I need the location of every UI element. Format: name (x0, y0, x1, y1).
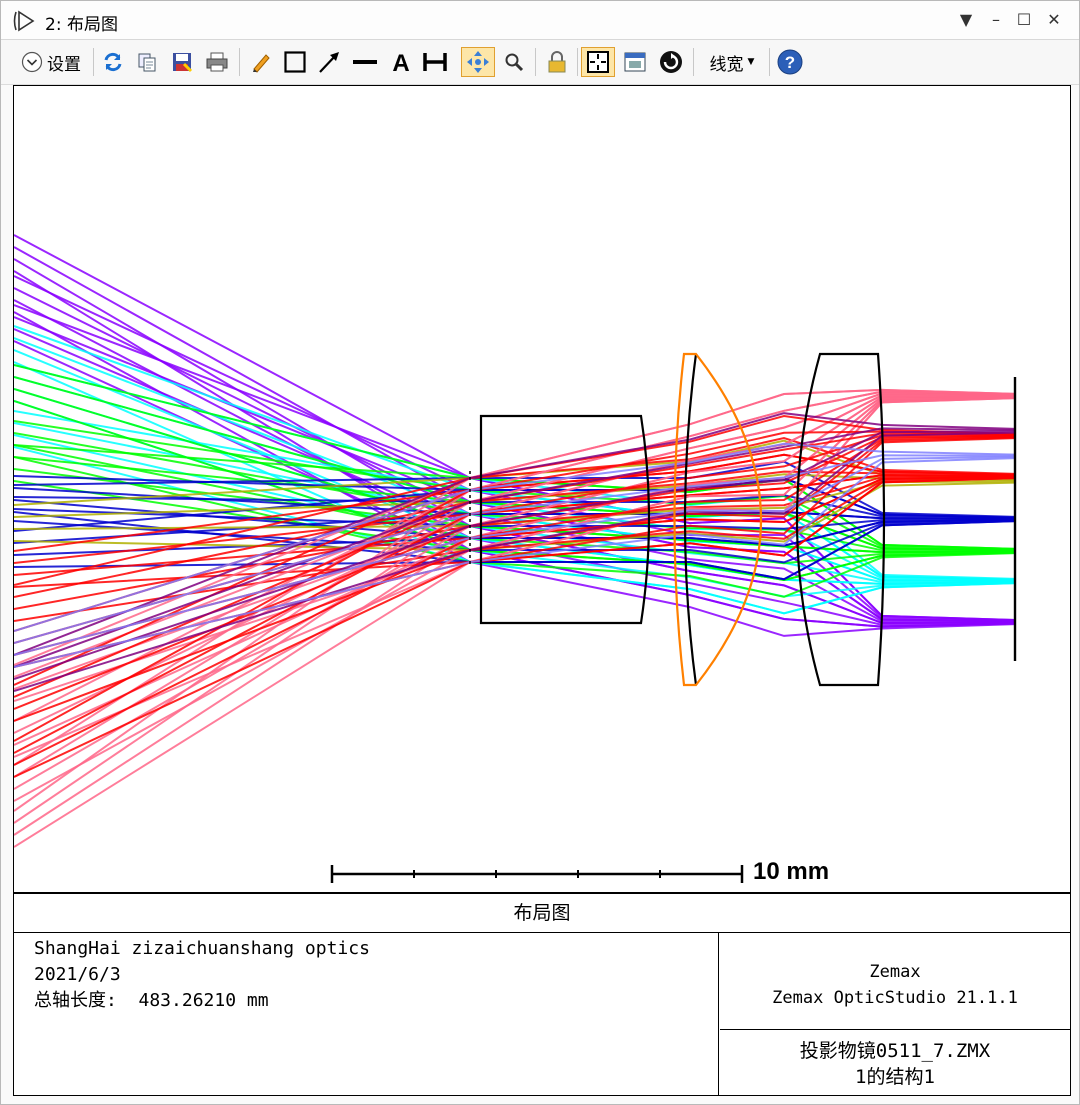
svg-text:A: A (392, 50, 409, 74)
date-text: 2021/6/3 (34, 964, 121, 985)
close-icon[interactable]: ✕ (1041, 8, 1067, 32)
copy-icon[interactable] (133, 47, 161, 77)
rotate-icon[interactable] (657, 47, 685, 77)
settings-button[interactable]: 设置 (13, 47, 89, 77)
help-icon[interactable]: ? (775, 47, 805, 77)
file-name: 投影物镜0511_7.ZMX (799, 1040, 991, 1062)
linewidth-dropdown[interactable]: 线宽 ▼ (701, 47, 763, 77)
scale-bar-label: 10 mm (753, 858, 830, 885)
window-icon[interactable] (621, 47, 649, 77)
info-block: 布局图 ShangHai zizaichuanshang optics 2021… (13, 893, 1071, 1096)
software-panel: Zemax Zemax OpticStudio 21.1.1 (720, 933, 1070, 1030)
maximize-icon[interactable]: ☐ (1011, 8, 1037, 32)
toolbar-separator (577, 48, 578, 76)
line-icon[interactable] (351, 47, 379, 77)
minimize-icon[interactable]: – (983, 8, 1009, 32)
zoom-icon[interactable] (501, 47, 527, 77)
dropdown-icon[interactable]: ▼ (953, 8, 979, 32)
fit-icon[interactable] (581, 47, 615, 77)
ray-trace-diagram (14, 234, 1017, 883)
svg-text:?: ? (785, 53, 795, 72)
plot-title: 布局图 (14, 894, 1070, 933)
toolbar-separator (769, 48, 770, 76)
linewidth-label: 线宽 (709, 54, 744, 75)
window-title: 2: 布局图 (45, 15, 118, 35)
print-icon[interactable] (203, 47, 231, 77)
pan-icon[interactable] (461, 47, 495, 77)
software-vendor: Zemax (869, 962, 921, 982)
title-bar[interactable]: 2: 布局图 ▼ – ☐ ✕ (1, 1, 1079, 40)
toolbar: 设置 A 线宽 ▼ ? (1, 40, 1079, 85)
lock-icon[interactable] (543, 47, 571, 77)
rectangle-icon[interactable] (281, 47, 309, 77)
software-version: Zemax OpticStudio 21.1.1 (772, 988, 1018, 1008)
dimension-icon[interactable] (421, 47, 449, 77)
info-left-panel: ShangHai zizaichuanshang optics 2021/6/3… (14, 933, 719, 1095)
lens-window-icon (13, 10, 39, 32)
layout-plot[interactable]: 10 mm (13, 85, 1071, 893)
text-icon[interactable]: A (387, 47, 415, 77)
chevron-down-icon (21, 51, 43, 73)
layout-window: 2: 布局图 ▼ – ☐ ✕ 设置 A 线宽 ▼ ? 10 mm 布局图 Sha… (0, 0, 1080, 1105)
save-icon[interactable] (168, 47, 196, 77)
ray-path (14, 299, 1016, 626)
toolbar-separator (693, 48, 694, 76)
toolbar-separator (239, 48, 240, 76)
scale-bar (330, 865, 744, 883)
total-axial-length: 总轴长度: 483.26210 mm (34, 990, 269, 1011)
toolbar-separator (535, 48, 536, 76)
ray-path (14, 304, 1016, 621)
pencil-icon[interactable] (247, 47, 275, 77)
settings-label: 设置 (47, 54, 81, 75)
toolbar-separator (93, 48, 94, 76)
file-panel: 投影物镜0511_7.ZMX 1的结构1 (720, 1031, 1070, 1095)
company-name: ShangHai zizaichuanshang optics (34, 938, 370, 959)
refresh-icon[interactable] (99, 47, 127, 77)
caret-down-icon: ▼ (747, 57, 755, 67)
configuration-text: 1的结构1 (855, 1066, 935, 1088)
arrow-icon[interactable] (315, 47, 343, 77)
ray-bundles (14, 234, 1016, 848)
